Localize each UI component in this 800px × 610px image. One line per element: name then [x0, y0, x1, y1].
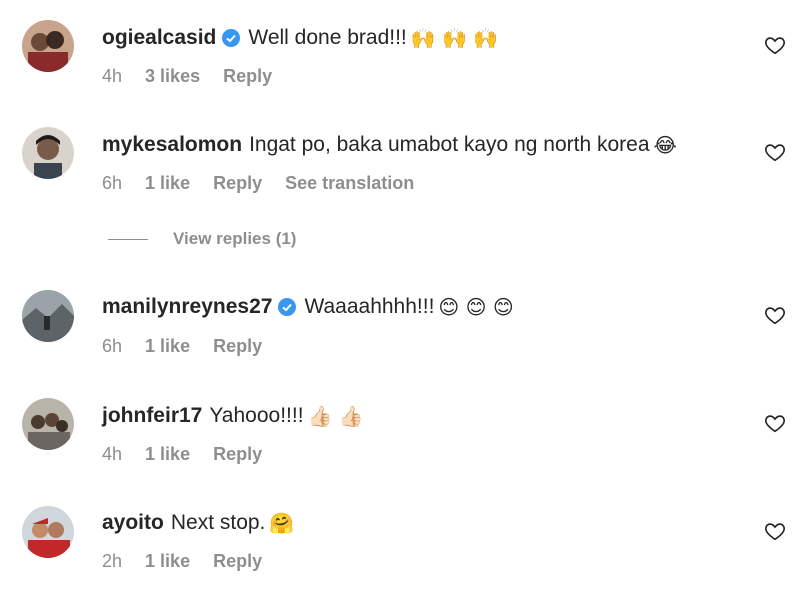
likes-count[interactable]: 1 like [145, 336, 190, 356]
verified-badge-icon [278, 298, 297, 316]
likes-count[interactable]: 3 likes [145, 66, 200, 86]
comment-text: Well done brad!!! [248, 26, 407, 49]
timestamp: 4h [102, 66, 123, 86]
emoji: 🤗 [269, 511, 295, 535]
avatar[interactable] [22, 506, 74, 558]
view-replies-label: View replies (1) [173, 229, 297, 248]
username[interactable]: ogiealcasid [102, 26, 216, 50]
reply-button[interactable]: Reply [213, 444, 262, 464]
comment-text: Next stop. [170, 511, 266, 534]
avatar[interactable] [22, 20, 74, 72]
comment-text: Yahooo!!!! [209, 404, 304, 427]
emoji: 👍🏻 👍🏻 [307, 404, 364, 428]
verified-badge-icon [222, 29, 241, 47]
emoji: 🙌 🙌 🙌 [410, 26, 499, 50]
reply-button[interactable]: Reply [213, 173, 262, 193]
timestamp: 6h [102, 336, 123, 356]
avatar[interactable] [22, 290, 74, 342]
username[interactable]: mykesalomon [102, 133, 242, 157]
timestamp: 4h [102, 444, 123, 464]
reply-button[interactable]: Reply [213, 551, 262, 571]
username[interactable]: manilynreynes27 [102, 295, 272, 319]
timestamp: 6h [102, 173, 123, 193]
comment-text: Ingat po, baka umabot kayo ng north kore… [249, 133, 650, 156]
view-replies-button[interactable]: View replies (1) [108, 229, 296, 249]
likes-count[interactable]: 1 like [145, 551, 190, 571]
timestamp: 2h [102, 551, 123, 571]
like-heart-icon[interactable] [764, 520, 786, 542]
likes-count[interactable]: 1 like [145, 444, 190, 464]
emoji: 😊 😊 😊 [438, 295, 514, 319]
comment-text: Waaaahhhh!!! [304, 295, 435, 318]
see-translation-link[interactable]: See translation [285, 173, 414, 193]
reply-button[interactable]: Reply [213, 336, 262, 356]
reply-button[interactable]: Reply [223, 66, 272, 86]
like-heart-icon[interactable] [764, 304, 786, 326]
username[interactable]: ayoito [102, 511, 164, 535]
likes-count[interactable]: 1 like [145, 173, 190, 193]
like-heart-icon[interactable] [764, 141, 786, 163]
divider [108, 238, 148, 240]
username[interactable]: johnfeir17 [102, 404, 202, 428]
avatar[interactable] [22, 398, 74, 450]
avatar[interactable] [22, 127, 74, 179]
like-heart-icon[interactable] [764, 412, 786, 434]
emoji: 😂 [653, 133, 677, 157]
like-heart-icon[interactable] [764, 34, 786, 56]
